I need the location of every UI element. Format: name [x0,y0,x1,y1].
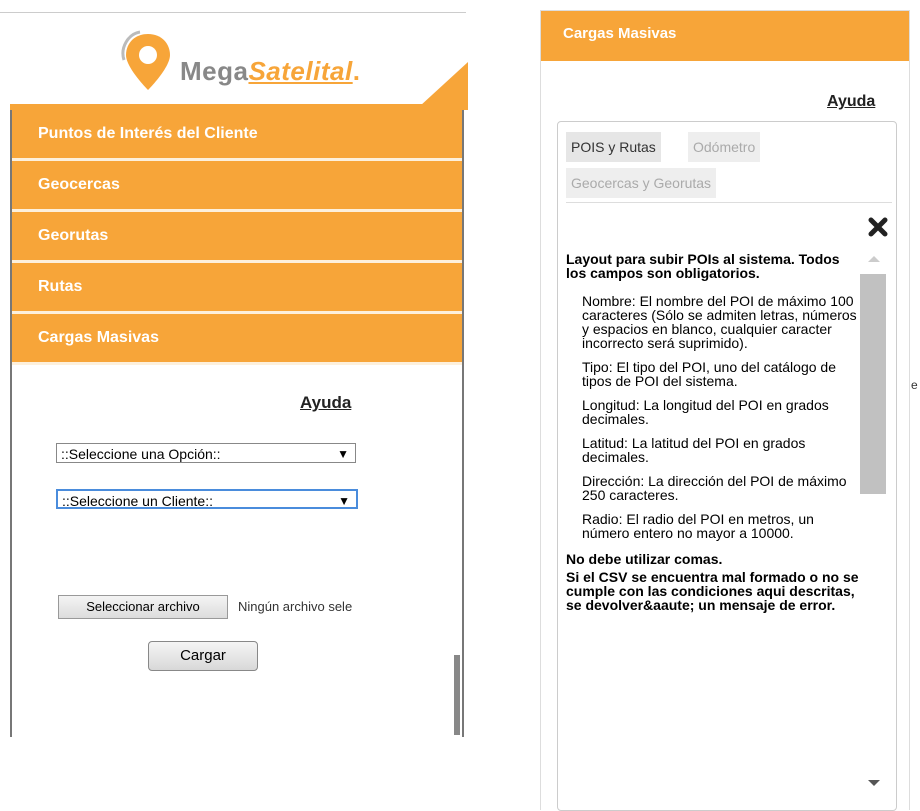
client-select[interactable]: ::Seleccione un Cliente:: ▼ [56,489,358,509]
top-divider [0,12,466,13]
side-menu: Puntos de Interés del Cliente Geocercas … [10,110,464,737]
location-pin-icon [121,30,170,90]
tab-odometro[interactable]: Odómetro [688,132,761,162]
brand-name-plain: Mega [180,56,249,86]
menu-item-rutas[interactable]: Rutas [12,263,462,314]
left-panel: MegaSatelital. Puntos de Interés del Cli… [0,0,470,740]
help-scrollbar[interactable] [860,252,886,802]
help-panel: Cargas Masivas Ayuda POIS y Rutas Odómet… [540,10,918,811]
dropdown-arrow-icon: ▼ [337,447,349,461]
menu-item-puntos-interes[interactable]: Puntos de Interés del Cliente [12,110,462,161]
menu-item-georutas[interactable]: Georutas [12,212,462,263]
dropdown-arrow-icon: ▼ [338,494,350,508]
clipped-text: e [911,378,918,392]
help-panel-title: Cargas Masivas [541,11,909,61]
help-link[interactable]: Ayuda [300,393,351,413]
help-link[interactable]: Ayuda [827,93,875,111]
scrollbar[interactable] [454,655,460,735]
choose-file-button[interactable]: Seleccionar archivo [58,595,228,619]
file-status-text: Ningún archivo sele [238,599,353,614]
help-warning: No debe utilizar comas. [566,551,723,567]
tab-pois-rutas[interactable]: POIS y Rutas [566,132,661,162]
cargas-masivas-panel: Ayuda ::Seleccione una Opción:: ▼ ::Sele… [12,365,462,737]
help-field-latitud: Latitud: La latitud del POI en grados de… [582,435,806,465]
option-select-value: ::Seleccione una Opción:: [61,446,221,462]
option-select[interactable]: ::Seleccione una Opción:: ▼ [56,443,356,463]
help-tabs-container: POIS y Rutas Odómetro Geocercas y Georut… [557,121,918,811]
scroll-up-arrow-icon[interactable] [868,256,880,262]
help-field-longitud: Longitud: La longitud del POI en grados … [582,397,829,427]
help-field-direccion: Dirección: La dirección del POI de máxim… [582,473,847,503]
brand-dot: . [352,56,361,86]
brand-logo: MegaSatelital. [180,56,360,87]
help-field-tipo: Tipo: El tipo del POI, uno del catálogo … [582,359,836,389]
menu-item-cargas-masivas[interactable]: Cargas Masivas [12,314,462,365]
scroll-thumb[interactable] [860,274,886,494]
brand-name-accent: Satelital [248,56,353,86]
client-select-value: ::Seleccione un Cliente:: [62,493,213,509]
header-decoration [420,62,468,106]
upload-button[interactable]: Cargar [148,641,258,671]
help-field-radio: Radio: El radio del POI en metros, un nú… [582,511,814,541]
help-warning-csv: Si el CSV se encuentra mal formado o no … [566,569,859,613]
scroll-down-arrow-icon[interactable] [868,780,880,786]
menu-item-geocercas[interactable]: Geocercas [12,161,462,212]
close-icon[interactable] [868,217,888,237]
help-text: Layout para subir POIs al sistema. Todos… [566,252,860,792]
help-field-nombre: Nombre: El nombre del POI de máximo 100 … [582,293,857,351]
tab-divider [566,202,892,203]
help-intro: Layout para subir POIs al sistema. Todos… [566,252,840,281]
tab-geocercas-georutas[interactable]: Geocercas y Georutas [566,168,717,198]
header-logo-area: MegaSatelital. [10,14,468,110]
